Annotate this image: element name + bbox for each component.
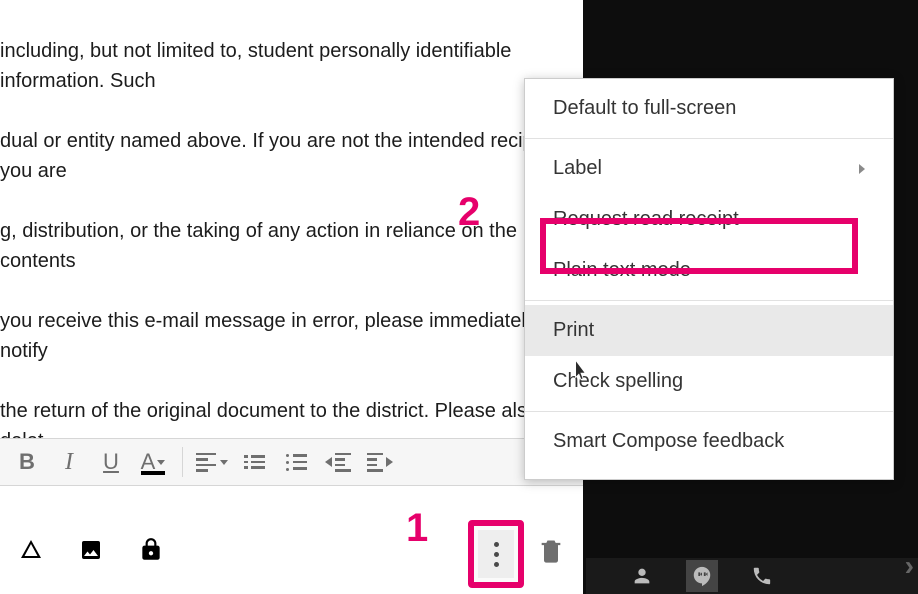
menu-divider xyxy=(525,300,893,301)
confidential-mode-button[interactable] xyxy=(134,533,168,567)
more-options-menu: Default to full-screen Label Request rea… xyxy=(524,78,894,480)
menu-default-fullscreen[interactable]: Default to full-screen xyxy=(525,83,893,134)
menu-plain-text-mode[interactable]: Plain text mode xyxy=(525,245,893,296)
menu-divider xyxy=(525,411,893,412)
menu-request-read-receipt[interactable]: Request read receipt xyxy=(525,194,893,245)
bulleted-list-icon xyxy=(286,454,307,471)
menu-check-spelling[interactable]: Check spelling xyxy=(525,356,893,407)
chevron-right-icon xyxy=(859,164,865,174)
discard-draft-button[interactable] xyxy=(534,534,568,568)
indent-less-button[interactable] xyxy=(319,443,357,481)
email-body-text[interactable]: including, but not limited to, student p… xyxy=(0,0,583,486)
numbered-list-button[interactable] xyxy=(235,443,273,481)
phone-icon xyxy=(751,565,773,587)
more-options-button[interactable] xyxy=(478,530,514,578)
email-line: g, distribution, or the taking of any ac… xyxy=(0,216,583,276)
email-line: dual or entity named above. If you are n… xyxy=(0,126,583,186)
dropdown-caret-icon xyxy=(157,460,165,465)
indent-less-icon xyxy=(325,453,351,472)
numbered-list-icon xyxy=(244,455,265,469)
menu-divider xyxy=(525,138,893,139)
image-icon xyxy=(77,538,105,562)
dropdown-caret-icon xyxy=(220,460,228,465)
bulleted-list-button[interactable] xyxy=(277,443,315,481)
expand-side-panel-button[interactable]: › xyxy=(905,550,914,582)
align-button[interactable] xyxy=(193,443,231,481)
menu-item-label: Smart Compose feedback xyxy=(553,430,784,453)
annotation-step-2: 2 xyxy=(458,190,480,235)
menu-label[interactable]: Label xyxy=(525,143,893,194)
menu-item-label: Request read receipt xyxy=(553,208,739,231)
contacts-tab[interactable] xyxy=(626,560,658,592)
menu-item-label: Plain text mode xyxy=(553,259,691,282)
hangouts-bar xyxy=(586,558,918,594)
drive-icon xyxy=(17,538,45,562)
insert-drive-button[interactable] xyxy=(14,533,48,567)
indent-more-icon xyxy=(367,453,393,472)
menu-print[interactable]: Print xyxy=(525,305,893,356)
menu-item-label: Print xyxy=(553,319,594,342)
menu-item-label: Default to full-screen xyxy=(553,97,736,120)
person-icon xyxy=(631,565,653,587)
menu-item-label: Check spelling xyxy=(553,370,683,393)
annotation-step-1: 1 xyxy=(406,506,428,551)
bold-button[interactable]: B xyxy=(8,443,46,481)
more-options-icon xyxy=(494,542,499,547)
formatting-toolbar: B I U A xyxy=(0,438,583,486)
text-color-label: A xyxy=(141,449,156,475)
email-line: including, but not limited to, student p… xyxy=(0,36,583,96)
italic-button[interactable]: I xyxy=(50,443,88,481)
underline-button[interactable]: U xyxy=(92,443,130,481)
compose-window: including, but not limited to, student p… xyxy=(0,0,583,594)
confidential-mode-icon xyxy=(137,537,165,563)
hangouts-tab[interactable] xyxy=(686,560,718,592)
align-left-icon xyxy=(196,453,216,472)
menu-item-label: Label xyxy=(553,157,602,180)
insert-photo-button[interactable] xyxy=(74,533,108,567)
trash-icon xyxy=(537,536,565,566)
toolbar-separator xyxy=(182,447,183,477)
text-color-button[interactable]: A xyxy=(134,443,172,481)
annotation-highlight-1 xyxy=(468,520,524,588)
indent-more-button[interactable] xyxy=(361,443,399,481)
hangouts-icon xyxy=(691,565,713,587)
menu-smart-compose-feedback[interactable]: Smart Compose feedback xyxy=(525,416,893,467)
email-line: you receive this e-mail message in error… xyxy=(0,306,583,366)
phone-tab[interactable] xyxy=(746,560,778,592)
